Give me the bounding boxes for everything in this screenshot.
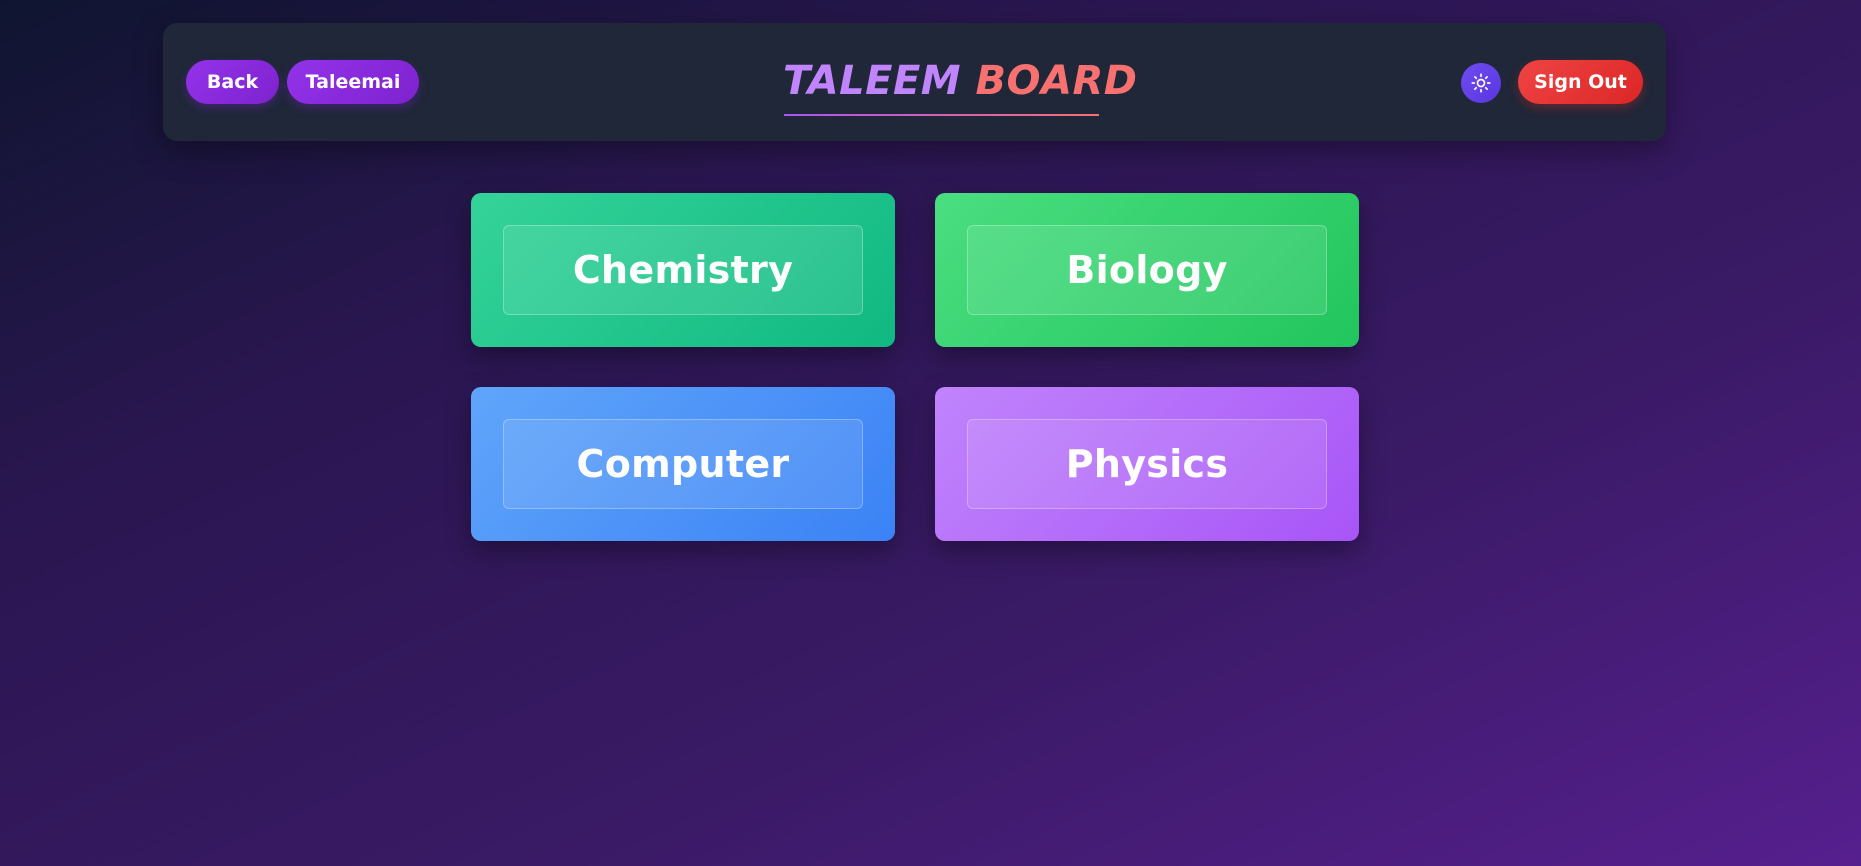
subject-card-inner: Computer [503, 419, 863, 509]
theme-toggle-button[interactable] [1461, 63, 1501, 103]
top-header: Back Taleemai TALEEM BOARD Sign Out [163, 23, 1666, 141]
subject-card-label: Computer [576, 442, 790, 486]
subject-card-computer[interactable]: Computer [471, 387, 895, 541]
subject-card-label: Chemistry [572, 248, 794, 292]
taleemai-button[interactable]: Taleemai [287, 60, 419, 104]
subject-card-chemistry[interactable]: Chemistry [471, 193, 895, 347]
brand-title-part2: BOARD [975, 58, 1138, 104]
subject-card-label: Biology [1066, 248, 1228, 292]
subject-card-biology[interactable]: Biology [935, 193, 1359, 347]
brand-underline [784, 114, 1099, 116]
brand-title: TALEEM BOARD [783, 51, 1137, 111]
brand-title-part1: TALEEM [783, 58, 962, 104]
subject-card-inner: Chemistry [503, 225, 863, 315]
sign-out-button[interactable]: Sign Out [1518, 60, 1643, 104]
sun-icon [1471, 73, 1491, 93]
back-button[interactable]: Back [186, 60, 279, 104]
subject-card-inner: Physics [967, 419, 1327, 509]
subject-card-physics[interactable]: Physics [935, 387, 1359, 541]
subject-card-label: Physics [1065, 442, 1229, 486]
subject-card-inner: Biology [967, 225, 1327, 315]
